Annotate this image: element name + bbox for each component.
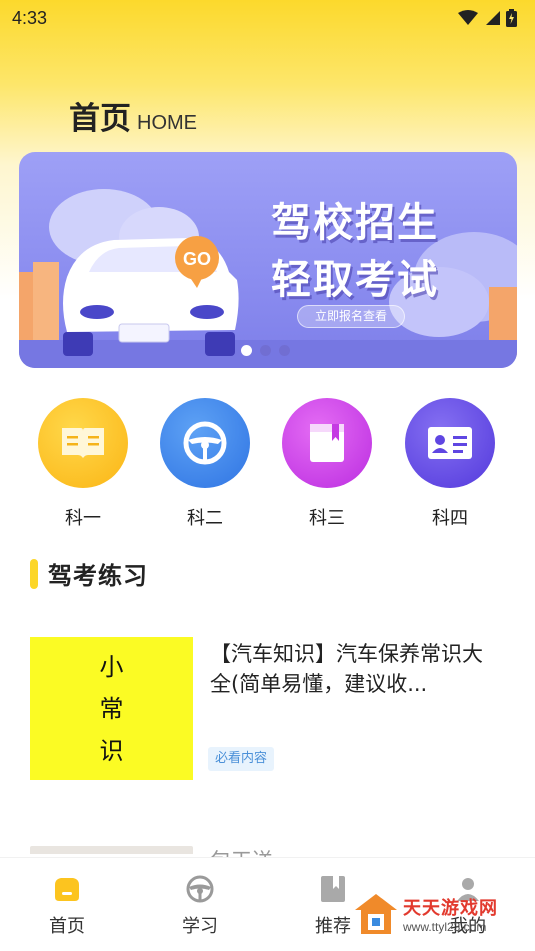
article-thumbnail-2 — [30, 846, 193, 854]
steering-wheel-icon — [183, 872, 217, 906]
article-title: 【汽车知识】汽车保养常识大全(简单易懂，建议收... — [210, 642, 483, 696]
signal-icon — [486, 11, 500, 25]
site-watermark: 天天游戏网 www.ttyl23.com — [345, 884, 535, 944]
subject-label-1: 科一 — [65, 508, 101, 529]
watermark-logo-icon — [355, 894, 397, 934]
article-tag: 必看内容 — [208, 747, 275, 771]
status-icons — [458, 9, 517, 27]
banner-dot-1[interactable] — [241, 345, 252, 356]
banner-title-line1: 驾校招生 — [271, 200, 439, 246]
subject-item-2[interactable]: 科二 — [157, 398, 253, 530]
thumb-char-2: 常 — [99, 694, 124, 723]
banner-dot-2[interactable] — [260, 345, 271, 356]
banner-illustration: GO — [19, 189, 517, 368]
section-header: 驾考练习 — [30, 556, 148, 591]
go-badge-text: GO — [183, 249, 211, 269]
id-card-icon — [405, 398, 495, 488]
tab-home[interactable]: 首页 — [17, 872, 117, 938]
tab-study[interactable]: 学习 — [150, 872, 250, 938]
watermark-url: www.ttyl23.com — [403, 920, 487, 934]
subject-label-3: 科三 — [309, 508, 345, 529]
page-title-en: HOME — [137, 112, 197, 134]
article-item[interactable]: 小 常 识 【汽车知识】汽车保养常识大全(简单易懂，建议收... 必看内容 — [30, 637, 510, 780]
home-icon — [50, 872, 84, 906]
subject-item-1[interactable]: 科一 — [35, 398, 131, 530]
status-time: 4:33 — [12, 7, 48, 28]
subject-item-4[interactable]: 科四 — [402, 398, 498, 530]
promo-banner[interactable]: GO 驾校招生 轻取考试 立即报名查看 — [19, 152, 517, 368]
thumb-char-3: 识 — [99, 736, 124, 765]
subject-label-4: 科四 — [432, 508, 468, 529]
steering-wheel-icon — [160, 398, 250, 488]
battery-icon — [506, 9, 517, 27]
banner-pagination — [241, 345, 290, 356]
subject-label-2: 科二 — [187, 508, 223, 529]
subject-grid: 科一 科二 科三 科四 — [0, 398, 535, 538]
section-accent-bar — [30, 558, 38, 589]
status-bar: 4:33 — [0, 0, 535, 36]
book-icon — [38, 398, 128, 488]
wifi-icon — [458, 10, 478, 25]
watermark-title: 天天游戏网 — [403, 898, 498, 919]
thumb-char-1: 小 — [99, 652, 124, 681]
article-thumbnail: 小 常 识 — [30, 637, 193, 780]
section-title: 驾考练习 — [48, 562, 148, 590]
banner-title-line2: 轻取考试 — [271, 257, 439, 303]
tab-label-study: 学习 — [182, 916, 218, 937]
banner-dot-3[interactable] — [279, 345, 290, 356]
tab-label-home: 首页 — [49, 916, 85, 937]
banner-signup-button[interactable]: 立即报名查看 — [297, 305, 405, 328]
page-title: 首页 — [69, 101, 131, 137]
notebook-icon — [282, 398, 372, 488]
page-header: 首页 HOME — [69, 93, 197, 138]
subject-item-3[interactable]: 科三 — [279, 398, 375, 530]
